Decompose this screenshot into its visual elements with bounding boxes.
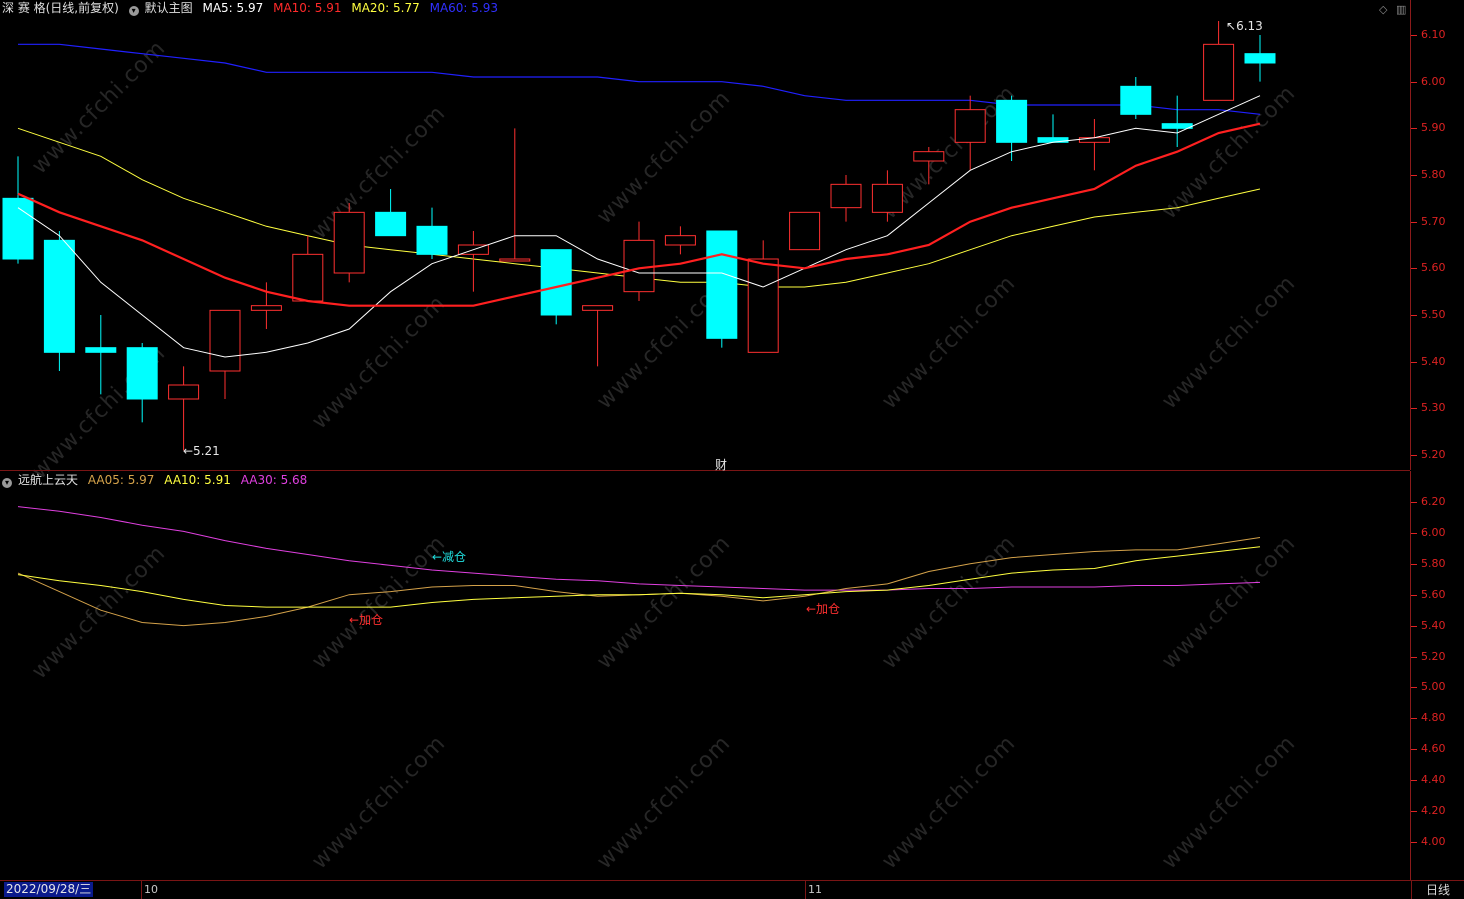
indicator-axis: 6.20 6.00 5.80 5.60 5.40 5.20 5.00 4.80 4.60 4.40… bbox=[1410, 471, 1464, 880]
time-axis[interactable]: 2022/09/28/三 10 11 日线 bbox=[0, 880, 1464, 899]
candle-body bbox=[250, 305, 282, 311]
candle-body bbox=[664, 235, 696, 246]
price-tick-label: 5.90 bbox=[1411, 122, 1446, 134]
candle-body bbox=[43, 239, 75, 353]
aa10-value: AA10: 5.91 bbox=[164, 473, 231, 487]
indicator-tick-label: 5.60 bbox=[1411, 588, 1446, 601]
candle-body bbox=[623, 239, 655, 293]
price-chart[interactable] bbox=[0, 16, 1410, 468]
candle-body bbox=[1161, 123, 1193, 129]
candle-body bbox=[209, 309, 241, 372]
indicator-tick-label: 4.00 bbox=[1411, 836, 1446, 848]
candle-body bbox=[954, 109, 986, 143]
high-marker: ↖6.13 bbox=[1226, 19, 1263, 33]
candle-body bbox=[871, 183, 903, 213]
indicator-tick-label: 6.00 bbox=[1411, 526, 1446, 539]
indicator-tick-label: 6.20 bbox=[1411, 496, 1446, 508]
reduce-position-marker: ←减仓 bbox=[432, 550, 467, 564]
month-tick bbox=[141, 881, 142, 899]
main-chart-selector[interactable]: 默认主图 bbox=[145, 1, 193, 15]
candle-body bbox=[1120, 85, 1152, 115]
ma20-value: MA20: 5.77 bbox=[351, 1, 420, 15]
candle-body bbox=[1244, 53, 1276, 64]
month-label-oct: 10 bbox=[144, 883, 158, 896]
aa10-line bbox=[17, 546, 1261, 608]
candle-body bbox=[126, 347, 158, 400]
period-selector[interactable]: 日线 bbox=[1411, 881, 1464, 899]
candle-body bbox=[996, 99, 1028, 143]
low-marker: ←5.21 bbox=[183, 444, 220, 458]
candle-body bbox=[375, 211, 407, 237]
indicator-name[interactable]: 远航上云天 bbox=[18, 473, 78, 487]
indicator-tick-label: 4.80 bbox=[1411, 712, 1446, 724]
ma5-value: MA5: 5.97 bbox=[202, 1, 264, 15]
add-position-marker: ←加仓 bbox=[349, 613, 384, 627]
price-tick-label: 5.60 bbox=[1411, 262, 1446, 274]
ma60-line bbox=[18, 43, 1261, 115]
diamond-icon[interactable]: ◇ bbox=[1379, 3, 1387, 16]
price-tick-label: 5.80 bbox=[1411, 169, 1446, 181]
price-tick-label: 6.00 bbox=[1411, 75, 1446, 88]
aa05-line bbox=[17, 537, 1261, 627]
indicator-tick-label: 5.80 bbox=[1411, 557, 1446, 570]
panel-divider bbox=[0, 470, 1410, 471]
month-label-nov: 11 bbox=[808, 883, 822, 896]
candle-body bbox=[830, 183, 862, 209]
candle-body bbox=[168, 384, 200, 400]
candle-body bbox=[85, 347, 117, 353]
stock-title[interactable]: 深 赛 格(日线,前复权) bbox=[2, 1, 119, 15]
indicator-tick-label: 4.20 bbox=[1411, 805, 1446, 817]
ma10-value: MA10: 5.91 bbox=[273, 1, 342, 15]
candle-body bbox=[913, 151, 945, 162]
indicator-header: ▾ 远航上云天 AA05: 5.97 AA10: 5.91 AA30: 5.68 bbox=[2, 472, 313, 488]
price-tick-label: 5.70 bbox=[1411, 215, 1446, 228]
price-tick-label: 6.10 bbox=[1411, 29, 1446, 41]
price-tick-label: 5.40 bbox=[1411, 355, 1446, 368]
main-chart-header: 深 赛 格(日线,前复权) ▾ 默认主图 MA5: 5.97 MA10: 5.91… bbox=[2, 0, 504, 16]
candle-body bbox=[292, 253, 324, 302]
aa30-value: AA30: 5.68 bbox=[240, 473, 308, 487]
candle-body bbox=[1203, 43, 1235, 101]
candle-body bbox=[2, 197, 34, 260]
price-tick-label: 5.20 bbox=[1411, 449, 1446, 461]
dropdown-icon[interactable]: ▾ bbox=[2, 478, 12, 488]
indicator-tick-label: 4.40 bbox=[1411, 774, 1446, 786]
candle-body bbox=[747, 258, 779, 353]
aa05-value: AA05: 5.97 bbox=[87, 473, 155, 487]
candle-body bbox=[333, 211, 365, 274]
candle-body bbox=[789, 211, 821, 251]
indicator-chart[interactable] bbox=[0, 488, 1410, 880]
ma60-value: MA60: 5.93 bbox=[429, 1, 499, 15]
current-date: 2022/09/28/三 bbox=[4, 882, 94, 897]
indicator-tick-label: 4.60 bbox=[1411, 743, 1446, 755]
month-tick bbox=[805, 881, 806, 899]
price-tick-label: 5.50 bbox=[1411, 309, 1446, 321]
candle-body bbox=[706, 230, 738, 339]
finance-marker[interactable]: 财 bbox=[715, 458, 727, 472]
price-axis: 6.10 6.00 5.90 5.80 5.70 5.60 5.50 5.40 5.30 5.20 bbox=[1410, 0, 1464, 470]
aa30-line bbox=[17, 506, 1261, 591]
indicator-tick-label: 5.40 bbox=[1411, 619, 1446, 632]
indicator-tick-label: 5.20 bbox=[1411, 650, 1446, 663]
candle-body bbox=[540, 249, 572, 316]
indicator-tick-label: 5.00 bbox=[1411, 681, 1446, 693]
candle-body bbox=[582, 305, 614, 311]
candle-body bbox=[416, 225, 448, 255]
candle-body bbox=[499, 258, 531, 262]
window-toggle-icon[interactable]: ▥ bbox=[1396, 3, 1406, 16]
add-position-marker: ←加仓 bbox=[806, 602, 841, 616]
dropdown-icon[interactable]: ▾ bbox=[128, 6, 139, 16]
price-tick-label: 5.30 bbox=[1411, 402, 1446, 414]
